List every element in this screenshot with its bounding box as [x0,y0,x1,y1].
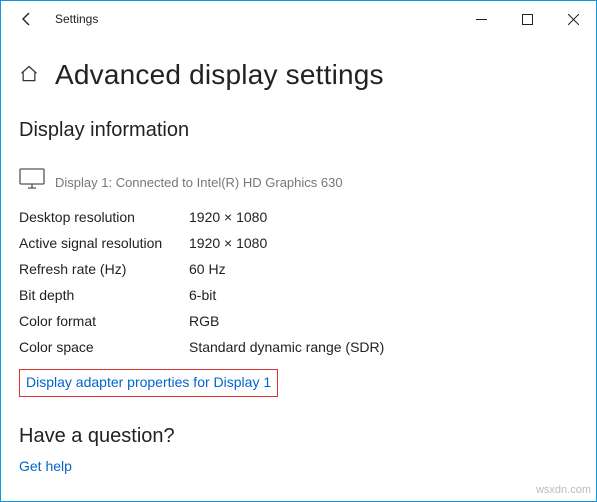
info-label: Desktop resolution [19,207,189,227]
close-button[interactable] [550,1,596,37]
info-label: Active signal resolution [19,233,189,253]
get-help-link[interactable]: Get help [19,458,72,474]
watermark: wsxdn.com [536,484,591,496]
question-section: Have a question? Get help [19,425,578,476]
info-row: Color format RGB [19,311,578,331]
info-row: Active signal resolution 1920 × 1080 [19,233,578,253]
window-controls [458,1,596,37]
info-value: Standard dynamic range (SDR) [189,337,384,357]
info-value: 1920 × 1080 [189,207,267,227]
back-button[interactable] [11,3,43,35]
display-adapter-link[interactable]: Display adapter properties for Display 1 [26,374,271,390]
home-icon[interactable] [19,64,41,86]
info-label: Bit depth [19,285,189,305]
adapter-properties-highlight: Display adapter properties for Display 1 [19,369,278,397]
page-title: Advanced display settings [55,59,384,91]
section-display-info-title: Display information [19,119,578,142]
question-title: Have a question? [19,425,578,448]
monitor-icon [19,168,45,195]
info-row: Desktop resolution 1920 × 1080 [19,207,578,227]
info-label: Color format [19,311,189,331]
info-row: Color space Standard dynamic range (SDR) [19,337,578,357]
info-row: Refresh rate (Hz) 60 Hz [19,259,578,279]
maximize-button[interactable] [504,1,550,37]
info-value: RGB [189,311,219,331]
info-value: 6-bit [189,285,216,305]
app-title: Settings [55,12,98,26]
titlebar: Settings [1,1,596,37]
page-header: Advanced display settings [19,59,578,91]
display-connection-row: Display 1: Connected to Intel(R) HD Grap… [19,168,578,195]
info-label: Refresh rate (Hz) [19,259,189,279]
info-label: Color space [19,337,189,357]
content-area: Advanced display settings Display inform… [1,37,596,476]
info-value: 60 Hz [189,259,226,279]
minimize-button[interactable] [458,1,504,37]
display-connection-text: Display 1: Connected to Intel(R) HD Grap… [55,175,343,190]
info-row: Bit depth 6-bit [19,285,578,305]
info-value: 1920 × 1080 [189,233,267,253]
